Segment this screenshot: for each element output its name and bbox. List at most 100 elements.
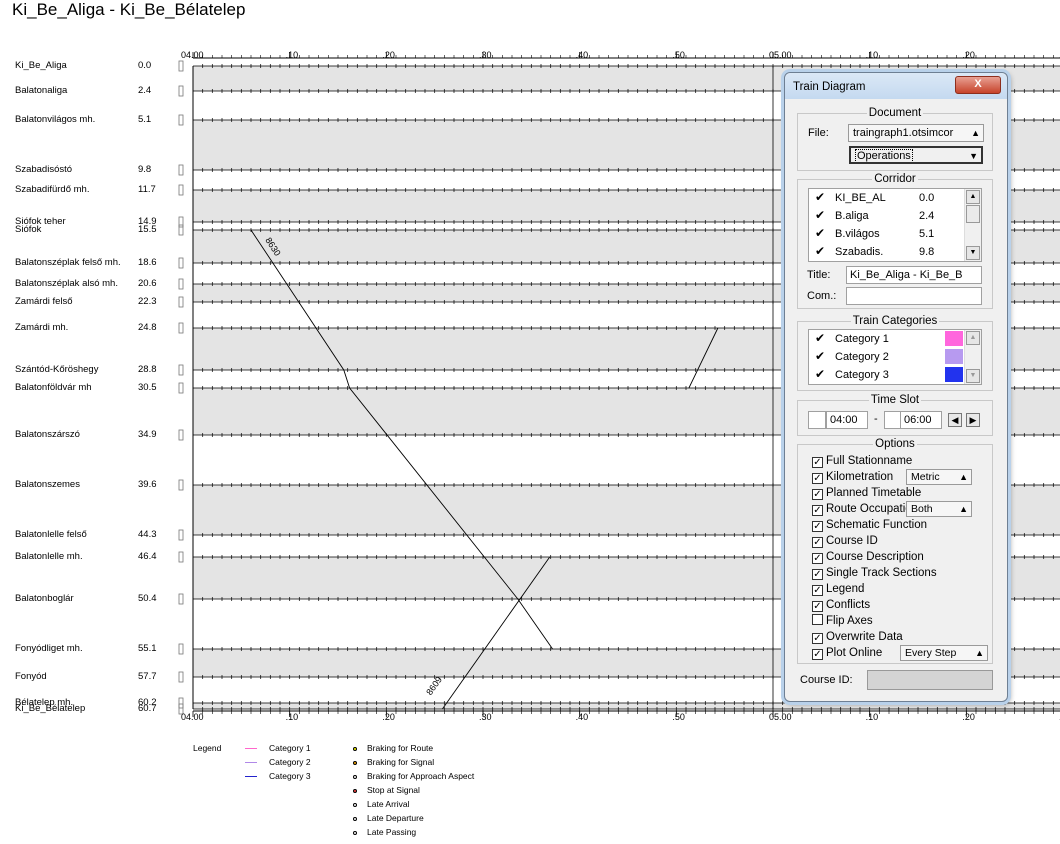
legend-event-label: Braking for Signal [367, 757, 435, 767]
corridor-list[interactable]: ✔ KI_BE_AL 0.0 ✔ B.aliga 2.4 ✔ B.világos 5.1 ✔ Sza… [808, 188, 982, 262]
station-marker [178, 164, 184, 176]
option-label: Conflicts [826, 599, 871, 611]
option-row[interactable]: Flip Axes [812, 613, 873, 629]
legend-category: Category 3 [245, 770, 311, 782]
corridor-item[interactable]: ✔ B.aliga 2.4 [811, 207, 965, 224]
station-marker [178, 382, 184, 394]
option-row[interactable]: ✓ Route Occupation [812, 501, 918, 517]
checkbox[interactable]: ✓ [812, 521, 823, 532]
category-item[interactable]: ✔ Category 3 [811, 366, 965, 383]
station-name: Balatonlelle felső [15, 529, 87, 540]
category-item[interactable]: ✔ Category 1 [811, 330, 965, 347]
station-marker [178, 697, 184, 709]
checkbox[interactable]: ✓ [812, 489, 823, 500]
category-color-swatch[interactable] [945, 349, 963, 364]
option-row[interactable]: ✓ Kilometration [812, 469, 893, 485]
option-row[interactable]: ✓ Full Stationname [812, 453, 912, 469]
option-row[interactable]: ✓ Course Description [812, 549, 924, 565]
next-time-icon[interactable]: ▶ [966, 413, 980, 427]
checkbox[interactable]: ✓ [812, 633, 823, 644]
file-select[interactable]: traingraph1.otsimcor ▲︎ [848, 124, 984, 142]
corridor-scrollbar[interactable]: ▲ ▼ [964, 189, 981, 261]
corridor-item[interactable]: ✔ KI_BE_AL 0.0 [811, 189, 965, 206]
station-marker [178, 60, 184, 72]
option-label: Legend [826, 583, 865, 595]
corridor-item[interactable]: ✔ B.világos 5.1 [811, 225, 965, 242]
checkbox[interactable]: ✓ [812, 537, 823, 548]
checkbox[interactable]: ✓ [812, 649, 823, 660]
prev-time-icon[interactable]: ◀ [948, 413, 962, 427]
categories-scrollbar[interactable]: ▲ ▼ [964, 330, 981, 384]
option-select[interactable]: Every Step ▲︎ [900, 645, 988, 661]
axis-tick-label: 04.00 [181, 712, 204, 722]
station-name: Fonyódliget mh. [15, 643, 83, 654]
station-name: Balatonlelle mh. [15, 551, 83, 562]
title-input[interactable]: Ki_Be_Aliga - Ki_Be_B [846, 266, 982, 284]
axis-tick-label: .10 [286, 50, 299, 60]
category-color-swatch[interactable] [945, 367, 963, 382]
corridor-item[interactable]: ✔ Szabadis. 9.8 [811, 243, 965, 260]
time-to-input[interactable]: 06:00 [900, 411, 942, 429]
option-row[interactable]: ✓ Single Track Sections [812, 565, 937, 581]
train-categories-list[interactable]: ✔ Category 1 ✔ Category 2 ✔ Category 3 ▲ ▼ [808, 329, 982, 385]
option-select[interactable]: Both ▲︎ [906, 501, 972, 517]
station-km: 2.4 [138, 85, 152, 96]
train-categories-group: Train Categories ✔ Category 1 ✔ Category 2 ✔… [797, 315, 993, 391]
legend-event: Braking for Route [353, 742, 433, 754]
axis-tick-label: .50 [672, 50, 685, 60]
axis-tick-label: 05.00 [769, 712, 792, 722]
station-marker [178, 296, 184, 308]
corridor-item-km: 2.4 [919, 210, 935, 222]
time-from-input[interactable]: 04:00 [826, 411, 868, 429]
checkbox[interactable]: ✓ [812, 457, 823, 468]
mode-select[interactable]: Operations ▼ [849, 146, 983, 164]
checkbox[interactable]: ✓ [812, 505, 823, 516]
option-row[interactable]: ✓ Schematic Function [812, 517, 927, 533]
option-row[interactable]: ✓ Conflicts [812, 597, 870, 613]
legend-event: Braking for Approach Aspect [353, 770, 474, 782]
option-select-value: Both [911, 503, 933, 515]
option-row[interactable]: ✓ Legend [812, 581, 864, 597]
time-from-check[interactable] [808, 411, 826, 429]
checkbox[interactable]: ✓ [812, 569, 823, 580]
dialog-titlebar[interactable]: Train Diagram X [785, 73, 1007, 99]
checkbox[interactable]: ✓ [812, 601, 823, 612]
corridor-item-km: 9.8 [919, 246, 935, 258]
title-label: Title: [807, 269, 831, 281]
option-select[interactable]: Metric ▲︎ [906, 469, 972, 485]
scroll-down-icon[interactable]: ▼ [966, 369, 980, 383]
scroll-down-icon[interactable]: ▼ [966, 246, 980, 260]
station-marker [178, 479, 184, 491]
station-km: 22.3 [138, 296, 157, 307]
scroll-up-icon[interactable]: ▲ [966, 331, 980, 345]
scroll-thumb[interactable] [966, 205, 980, 223]
station-marker [178, 671, 184, 683]
close-button[interactable]: X [955, 76, 1001, 94]
course-id-input[interactable] [867, 670, 993, 690]
legend-event: Late Departure [353, 812, 424, 824]
axis-tick-label: .20 [382, 712, 395, 722]
station-name: Balatonboglár [15, 593, 74, 604]
station-marker [178, 257, 184, 269]
checkbox[interactable]: ✓ [812, 473, 823, 484]
chevron-down-icon: ▼ [969, 151, 978, 161]
scroll-up-icon[interactable]: ▲ [966, 190, 980, 204]
station-name: Zamárdi mh. [15, 322, 69, 333]
option-row[interactable]: ✓ Plot Online [812, 645, 882, 661]
comment-input[interactable] [846, 287, 982, 305]
category-color-swatch[interactable] [945, 331, 963, 346]
checkbox[interactable]: ✓ [812, 553, 823, 564]
checkbox[interactable] [812, 614, 823, 625]
legend-category-label: Category 2 [269, 757, 311, 767]
axis-tick-label: .30 [479, 712, 492, 722]
checkbox[interactable]: ✓ [812, 585, 823, 596]
option-row[interactable]: ✓ Overwrite Data [812, 629, 903, 645]
station-km: 55.1 [138, 643, 157, 654]
option-row[interactable]: ✓ Planned Timetable [812, 485, 921, 501]
option-row[interactable]: ✓ Course ID [812, 533, 878, 549]
station-marker [178, 278, 184, 290]
category-item[interactable]: ✔ Category 2 [811, 348, 965, 365]
axis-tick-label: .40 [576, 712, 589, 722]
category-item-name: Category 2 [835, 351, 889, 363]
station-name: Balatonaliga [15, 85, 68, 96]
